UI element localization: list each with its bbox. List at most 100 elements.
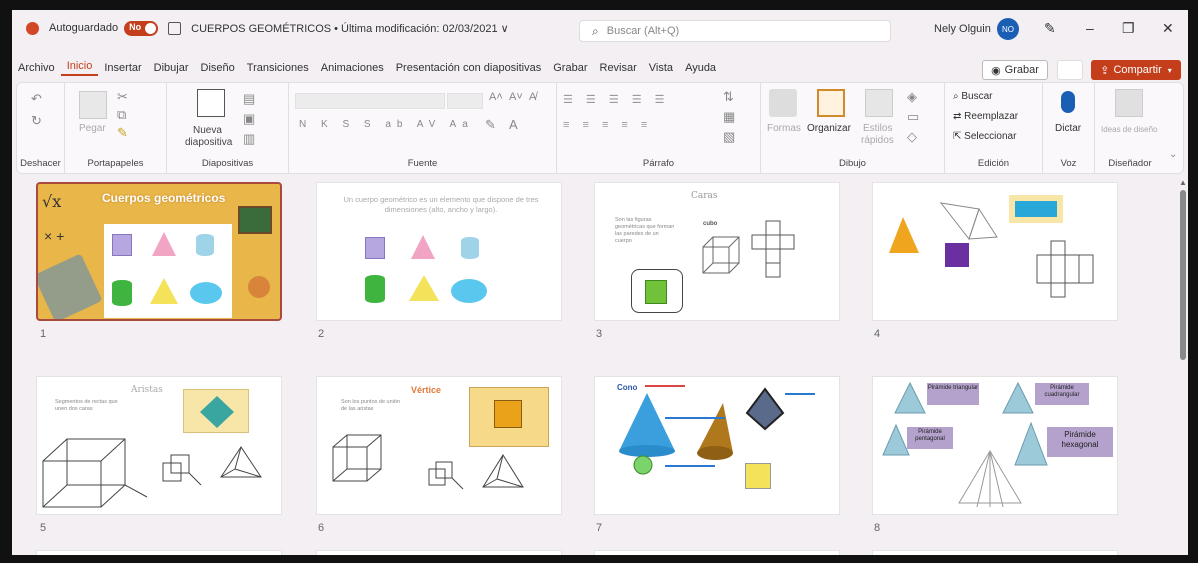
section-icon[interactable]: ▥	[243, 131, 255, 147]
tab-ayuda[interactable]: Ayuda	[679, 62, 722, 74]
group-label-voz: Voz	[1060, 158, 1077, 169]
arrange-label[interactable]: Organizar	[807, 123, 851, 134]
copy-icon[interactable]: ⧉	[117, 107, 126, 123]
align-icons[interactable]: ≡ ≡ ≡ ≡ ≡	[563, 119, 652, 131]
avatar[interactable]: NO	[997, 18, 1019, 40]
autosave-toggle[interactable]: No	[124, 20, 159, 36]
tools-decoration	[38, 253, 103, 319]
decrease-font-icon[interactable]: A˅	[509, 91, 523, 103]
quick-styles-label: Estilos	[863, 123, 893, 134]
outline-icon[interactable]: ▭	[907, 109, 919, 125]
comments-button[interactable]	[1057, 60, 1083, 80]
teal-octahedron-shape	[200, 396, 234, 428]
slide-thumbnail-1[interactable]: √x × + Cuerpos geométricos	[36, 182, 282, 321]
slide-thumbnail-10-partial[interactable]	[316, 550, 562, 555]
label-piramide-hexagonal: Pirámide hexagonal	[1047, 427, 1113, 457]
pen-icon[interactable]: ✎	[1044, 20, 1056, 37]
microphone-icon[interactable]	[1061, 91, 1075, 113]
replace-button[interactable]: ⇄ Reemplazar	[953, 111, 1018, 122]
dictate-label[interactable]: Dictar	[1055, 123, 1081, 134]
new-slide-label-2[interactable]: diapositiva	[185, 137, 232, 148]
clear-format-icon[interactable]: A̸	[529, 91, 536, 103]
reset-icon[interactable]: ▣	[243, 111, 255, 127]
share-button[interactable]: ⇪ Compartir ▾	[1091, 60, 1181, 80]
select-button[interactable]: ⇱ Seleccionar	[953, 131, 1016, 142]
arrange-icon[interactable]	[817, 89, 845, 117]
undo-icon[interactable]: ↶	[31, 91, 42, 107]
font-format-icons[interactable]: N K S S ab AV Aa	[299, 119, 474, 130]
record-button[interactable]: ◉ Grabar	[982, 60, 1048, 80]
pyramid-shape	[150, 278, 178, 304]
increase-font-icon[interactable]: A˄	[489, 91, 503, 103]
cone-shape	[152, 232, 176, 256]
slide-thumbnail-2[interactable]: Un cuerpo geométrico es un elemento que …	[316, 182, 562, 321]
document-title[interactable]: CUERPOS GEOMÉTRICOS • Última modificació…	[191, 22, 509, 35]
smartart-icon[interactable]: ▧	[723, 129, 735, 145]
slide-thumbnail-8[interactable]: Pirámide triangular Pirámide cuadrangula…	[872, 376, 1118, 515]
designer-icon[interactable]	[1115, 89, 1143, 117]
vertical-scrollbar[interactable]: ▲	[1178, 176, 1188, 555]
tab-vista[interactable]: Vista	[643, 62, 679, 74]
slide-thumbnail-5[interactable]: Aristas Segmentos de rectas que unen dos…	[36, 376, 282, 515]
tab-transiciones[interactable]: Transiciones	[241, 62, 315, 74]
paste-icon[interactable]	[79, 91, 107, 119]
list-icons[interactable]: ☰ ☰ ☰ ☰ ☰	[563, 93, 670, 106]
group-label-dibujo: Dibujo	[839, 158, 866, 169]
shapes-icon[interactable]	[769, 89, 797, 117]
slide-thumbnail-9-partial[interactable]	[36, 550, 282, 555]
highlight-icon[interactable]: ✎	[485, 117, 496, 133]
tab-grabar[interactable]: Grabar	[547, 62, 593, 74]
redo-icon[interactable]: ↻	[31, 113, 42, 129]
tab-presentacion[interactable]: Presentación con diapositivas	[390, 62, 548, 74]
restore-icon[interactable]: ❐	[1122, 20, 1135, 37]
tab-archivo[interactable]: Archivo	[12, 62, 61, 74]
slide-thumbnail-7[interactable]: Cono	[594, 376, 840, 515]
font-size-select[interactable]	[447, 93, 483, 109]
group-label-disenador: Diseñador	[1108, 158, 1152, 169]
cylinder-shape	[196, 234, 214, 256]
save-icon[interactable]	[168, 21, 182, 35]
slide-thumbnail-11-partial[interactable]	[594, 550, 840, 555]
label-piramide-triangular: Pirámide triangular	[927, 383, 979, 405]
tab-dibujar[interactable]: Dibujar	[148, 62, 195, 74]
collapse-ribbon-icon[interactable]: ⌄	[1169, 149, 1177, 160]
close-icon[interactable]: ✕	[1162, 20, 1174, 37]
effects-icon[interactable]: ◇	[907, 129, 917, 145]
text-direction-icon[interactable]: ⇅	[723, 89, 734, 105]
search-input[interactable]: ⌕ Buscar (Alt+Q)	[579, 20, 891, 42]
cut-icon[interactable]: ✂	[117, 89, 128, 105]
group-label-deshacer: Deshacer	[20, 158, 61, 169]
tab-diseno[interactable]: Diseño	[195, 62, 241, 74]
group-label-diapositivas: Diapositivas	[201, 158, 254, 169]
new-slide-label[interactable]: Nueva	[193, 125, 222, 136]
scroll-thumb[interactable]	[1180, 190, 1186, 360]
sphere-shape	[190, 282, 222, 304]
scroll-up-icon[interactable]: ▲	[1179, 178, 1187, 187]
minimize-icon[interactable]: –	[1086, 20, 1094, 36]
font-color-icon[interactable]: A	[509, 117, 518, 132]
tab-animaciones[interactable]: Animaciones	[315, 62, 390, 74]
font-name-select[interactable]	[295, 93, 445, 109]
designer-label: Ideas de diseño	[1101, 125, 1158, 134]
cone-shape	[411, 235, 435, 259]
tab-inicio[interactable]: Inicio	[60, 60, 99, 76]
quick-styles-icon[interactable]	[865, 89, 893, 117]
format-painter-icon[interactable]: ✎	[117, 125, 128, 141]
fill-icon[interactable]: ◈	[907, 89, 917, 105]
user-name[interactable]: Nely Olguin	[934, 23, 991, 35]
tab-insertar[interactable]: Insertar	[98, 62, 147, 74]
tab-revisar[interactable]: Revisar	[594, 62, 643, 74]
new-slide-icon[interactable]	[197, 89, 225, 117]
align-text-icon[interactable]: ▦	[723, 109, 735, 125]
layout-icon[interactable]: ▤	[243, 91, 255, 107]
green-cylinder-shape	[112, 280, 132, 306]
slide-thumbnail-6[interactable]: Vértice Son los puntos de unión de las a…	[316, 376, 562, 515]
yellow-cube-shape	[745, 463, 771, 489]
sphere-shape	[451, 279, 487, 303]
slide7-blue-label-2	[665, 465, 715, 467]
slide-thumbnail-4[interactable]	[872, 182, 1118, 321]
group-label-fuente: Fuente	[407, 158, 438, 169]
slide-thumbnail-3[interactable]: Caras Son las figuras geométricas que fo…	[594, 182, 840, 321]
find-button[interactable]: ⌕ Buscar	[953, 91, 993, 102]
slide-thumbnail-12-partial[interactable]	[872, 550, 1118, 555]
